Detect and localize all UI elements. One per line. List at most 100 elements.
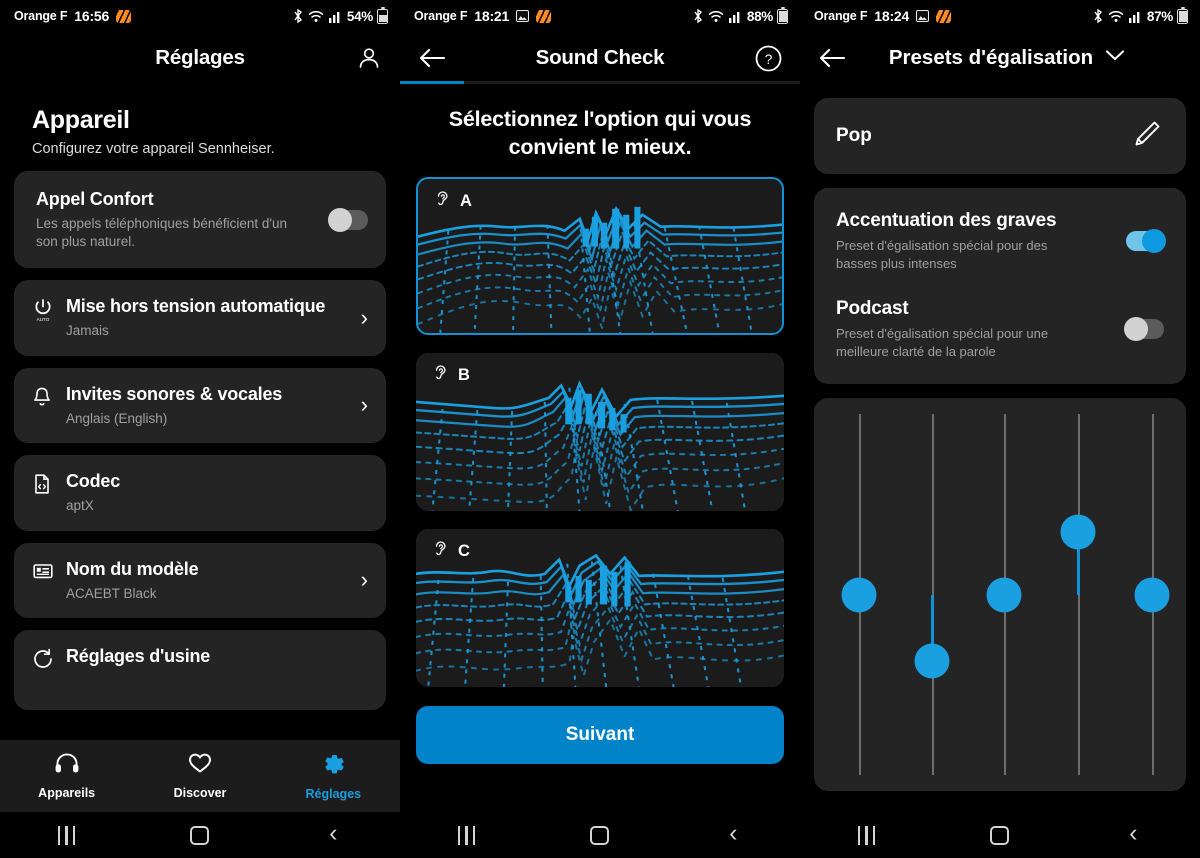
waveform-graphic-b — [416, 380, 784, 512]
chevron-right-icon: › — [360, 392, 368, 418]
wifi-icon — [708, 9, 725, 23]
option-letter: B — [458, 365, 470, 384]
nav-label: Appareils — [38, 786, 96, 800]
section-title: Appareil — [32, 106, 130, 134]
status-bar: Orange F 16:56 54% — [0, 0, 400, 32]
eq-preset-bass-boost[interactable]: Accentuation des graves Preset d'égalisa… — [836, 210, 1166, 272]
bluetooth-icon — [692, 8, 704, 24]
ear-icon — [432, 539, 449, 563]
eq-preset-title: Podcast — [836, 298, 909, 320]
app-bar: Sound Check ? — [400, 32, 800, 84]
eq-band-3-knob[interactable] — [986, 577, 1022, 613]
setting-subtitle: aptX — [66, 498, 94, 513]
reset-icon — [32, 646, 66, 670]
setting-subtitle: ACAEBT Black — [66, 585, 157, 601]
setting-title: Invites sonores & vocales — [66, 383, 283, 404]
signal-icon — [328, 9, 343, 23]
eq-preset-podcast[interactable]: Podcast Preset d'égalisation spécial pou… — [836, 298, 1164, 360]
appel-confort-toggle[interactable] — [328, 207, 368, 232]
eq-band-5-knob[interactable] — [1134, 577, 1170, 613]
back-button[interactable]: ‹ — [667, 820, 800, 848]
eq-preset-subtitle: Preset d'égalisation spécial pour une me… — [836, 326, 1049, 359]
waveform-graphic-c — [416, 553, 784, 688]
signal-icon — [728, 9, 743, 23]
bottom-navigation: Appareils Discover Réglages — [0, 740, 400, 812]
clock-label: 18:24 — [874, 8, 910, 24]
podcast-toggle[interactable] — [1124, 317, 1164, 342]
setting-row-mise-hors-tension[interactable]: AUTO Mise hors tension automatique Jamai… — [14, 280, 386, 356]
nav-item-discover[interactable]: Discover — [133, 752, 266, 800]
current-preset-card[interactable]: Pop — [814, 98, 1186, 174]
home-button[interactable] — [933, 825, 1066, 845]
eq-band-4-track[interactable] — [1078, 414, 1080, 776]
bass-boost-toggle[interactable] — [1126, 229, 1166, 254]
setting-subtitle: Jamais — [66, 323, 109, 338]
screen-sound-check: Orange F 18:21 88% Sound Check ? Sélecti… — [400, 0, 800, 858]
carrier-label: Orange F — [814, 9, 868, 23]
pencil-icon[interactable] — [1130, 117, 1164, 156]
recents-button[interactable] — [0, 825, 133, 845]
option-label-group: B — [432, 363, 470, 387]
back-arrow-icon[interactable] — [818, 47, 862, 69]
setting-row-reglages-usine[interactable]: Réglages d'usine — [14, 630, 386, 711]
setting-title: Appel Confort — [36, 189, 154, 209]
headphones-icon — [54, 752, 80, 779]
equalizer-sliders — [814, 398, 1186, 792]
screen-eq-presets: Orange F 18:24 87% Presets d'égalisation… — [800, 0, 1200, 858]
setting-row-appel-confort[interactable]: Appel Confort Les appels téléphoniques b… — [14, 171, 386, 269]
sound-option-a[interactable]: A — [416, 177, 784, 336]
help-icon[interactable]: ? — [755, 45, 782, 72]
settings-card-list: Appel Confort Les appels téléphoniques b… — [0, 157, 400, 711]
setting-row-codec[interactable]: Codec aptX — [14, 455, 386, 531]
signal-icon — [1128, 9, 1143, 23]
battery-percent-label: 54% — [346, 8, 373, 24]
back-button[interactable]: ‹ — [267, 820, 400, 848]
battery-icon — [777, 6, 788, 24]
carrier-label: Orange F — [414, 9, 468, 23]
setting-row-invites-sonores[interactable]: Invites sonores & vocales Anglais (Engli… — [14, 367, 386, 444]
power-auto-icon: AUTO — [32, 296, 66, 322]
image-badge-icon — [516, 10, 530, 22]
orange-badge-icon — [536, 9, 552, 23]
chevron-down-icon — [1105, 49, 1125, 67]
android-nav-bar: ‹ — [800, 812, 1200, 858]
next-button[interactable]: Suivant — [416, 706, 784, 764]
sound-option-c[interactable]: C — [416, 529, 784, 688]
orange-badge-icon — [936, 9, 952, 23]
recents-button[interactable] — [800, 825, 933, 845]
sound-option-list: A B C — [400, 161, 800, 688]
nav-label: Discover — [173, 786, 227, 800]
setting-subtitle: Les appels téléphoniques bénéficient d'u… — [36, 215, 288, 249]
home-button[interactable] — [533, 825, 666, 845]
eq-preset-toggle-card: Accentuation des graves Preset d'égalisa… — [814, 188, 1186, 385]
three-phone-screenshots: Orange F 16:56 54% Réglages Appareil Con… — [0, 0, 1200, 858]
setting-title: Nom du modèle — [66, 558, 199, 579]
battery-icon — [1177, 6, 1188, 24]
sound-option-b[interactable]: B — [416, 353, 784, 512]
orange-badge-icon — [116, 9, 132, 23]
image-badge-icon — [916, 10, 930, 22]
battery-percent-label: 87% — [1146, 8, 1173, 24]
nav-item-reglages[interactable]: Réglages — [267, 751, 400, 801]
page-title-dropdown[interactable]: Presets d'égalisation — [862, 46, 1152, 70]
setting-title: Réglages d'usine — [66, 646, 211, 667]
recents-button[interactable] — [400, 825, 533, 845]
account-icon[interactable] — [356, 45, 382, 71]
android-nav-bar: ‹ — [0, 812, 400, 858]
eq-band-2-knob[interactable] — [914, 643, 950, 679]
status-bar: Orange F 18:21 88% — [400, 0, 800, 32]
setting-row-nom-du-modele[interactable]: Nom du modèle ACAEBT Black › — [14, 542, 386, 619]
carrier-label: Orange F — [14, 9, 68, 23]
wizard-progress-bar — [400, 81, 800, 84]
eq-band-1-knob[interactable] — [841, 577, 877, 613]
bell-icon — [32, 384, 66, 408]
back-button[interactable]: ‹ — [1067, 820, 1200, 848]
nav-item-appareils[interactable]: Appareils — [0, 752, 133, 800]
ear-icon — [432, 363, 449, 387]
back-arrow-icon[interactable] — [418, 47, 462, 69]
model-card-icon — [32, 559, 66, 581]
eq-band-4-knob[interactable] — [1060, 514, 1096, 550]
home-button[interactable] — [133, 825, 266, 845]
app-bar: Réglages — [0, 32, 400, 84]
bluetooth-icon — [292, 8, 304, 24]
